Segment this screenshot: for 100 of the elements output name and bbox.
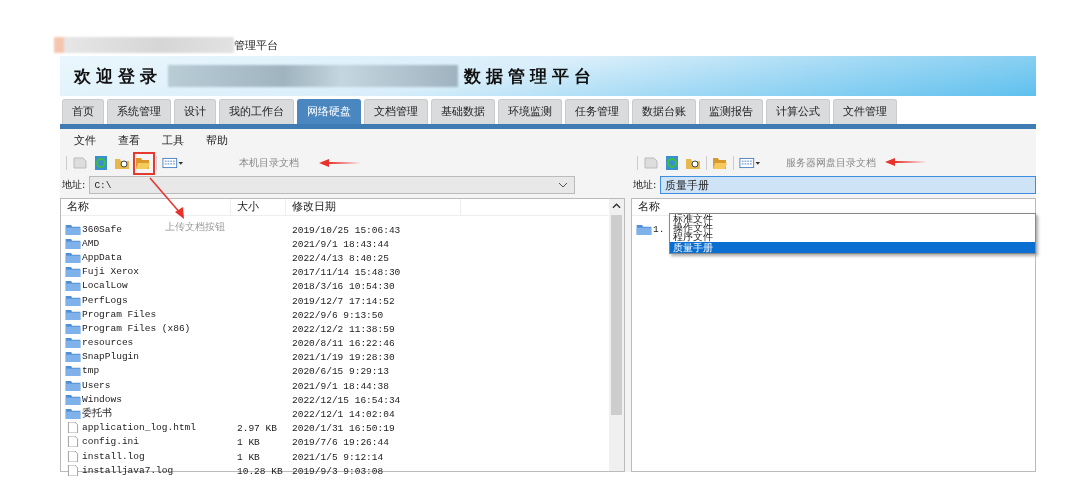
folder-icon — [65, 351, 81, 363]
address-field[interactable]: 质量手册 — [660, 176, 1036, 194]
nav-tab[interactable]: 环境监测 — [498, 99, 562, 124]
view-grid-icon[interactable] — [162, 155, 184, 171]
annotation-label: 上传文档按钮 — [165, 220, 225, 234]
file-name[interactable]: config.ini — [82, 436, 139, 448]
file-size: 2.97 KB — [237, 423, 277, 435]
modified-date: 2019/10/25 15:06:43 — [292, 224, 401, 236]
nav-tab[interactable]: 网络硬盘 — [297, 99, 361, 124]
column-header[interactable]: 修改日期 — [286, 199, 461, 215]
dropdown-option[interactable]: 标准文件 — [670, 214, 1035, 223]
file-name[interactable]: PerfLogs — [82, 294, 128, 306]
column-header[interactable]: 大小 — [231, 199, 286, 215]
menu-item[interactable]: 帮助 — [206, 133, 228, 147]
file-name[interactable]: Windows — [82, 393, 122, 405]
menu-item[interactable]: 查看 — [118, 133, 140, 147]
folder-icon — [65, 337, 81, 349]
folder-icon[interactable] — [135, 155, 151, 171]
file-name[interactable]: installjava7.log — [82, 464, 174, 476]
file-name[interactable]: Program Files (x86) — [82, 322, 191, 334]
file-name[interactable]: LocalLow — [82, 280, 128, 292]
modified-date: 2022/12/1 14:02:04 — [292, 409, 395, 421]
address-field[interactable]: C:\ — [89, 176, 575, 194]
folder-icon — [65, 379, 81, 391]
file-name[interactable]: AppData — [82, 251, 122, 263]
modified-date: 2021/1/19 19:28:30 — [292, 352, 395, 364]
file-size: 10.28 KB — [237, 465, 283, 477]
nav-tab[interactable]: 任务管理 — [565, 99, 629, 124]
file-name[interactable]: Program Files — [82, 308, 157, 320]
file-icon — [65, 422, 81, 434]
file-name[interactable]: AMD — [82, 237, 100, 249]
refresh-icon[interactable] — [664, 155, 680, 171]
folder-icon — [65, 365, 81, 377]
menu-item[interactable]: 文件 — [74, 133, 96, 147]
nav-tab[interactable]: 监测报告 — [699, 99, 763, 124]
nav-tab[interactable]: 首页 — [62, 99, 104, 124]
toolbar-caption: 服务器网盘目录文档 — [786, 156, 876, 170]
modified-date: 2019/12/7 17:14:52 — [292, 295, 395, 307]
nav-tab[interactable]: 计算公式 — [766, 99, 830, 124]
folder-icon — [65, 223, 81, 235]
modified-date: 2020/6/15 9:29:13 — [292, 366, 389, 378]
folder-icon — [65, 294, 81, 306]
folder-icon — [65, 393, 81, 405]
toolbar-caption: 本机目录文档 — [239, 156, 299, 170]
file-size: 1 KB — [237, 437, 260, 449]
modified-date: 2021/9/1 18:43:44 — [292, 238, 389, 250]
file-name[interactable]: resources — [82, 337, 134, 349]
modified-date: 2017/11/14 15:48:30 — [292, 267, 401, 279]
nav-tab[interactable]: 系统管理 — [107, 99, 171, 124]
platform-name: 数据管理平台 — [464, 64, 596, 88]
dropdown-option[interactable]: 程序文件 — [670, 232, 1035, 241]
address-label: 地址: — [633, 178, 657, 192]
modified-date: 2022/12/2 11:38:59 — [292, 323, 395, 335]
page-title: 管理平台 — [234, 37, 278, 53]
folder-icon — [65, 251, 81, 263]
nav-tab[interactable]: 数据台账 — [632, 99, 696, 124]
refresh-icon[interactable] — [93, 155, 109, 171]
menu-item[interactable]: 工具 — [162, 133, 184, 147]
folder-icon — [65, 408, 81, 420]
file-name[interactable]: install.log — [82, 450, 145, 462]
folder-icon[interactable] — [712, 155, 728, 171]
scroll-up-icon[interactable] — [612, 203, 621, 209]
modified-date: 2019/9/3 9:03:08 — [292, 465, 384, 477]
nav-tab[interactable]: 设计 — [174, 99, 216, 124]
file-name[interactable]: Users — [82, 379, 111, 391]
folder-icon — [65, 280, 81, 292]
nav-tab[interactable]: 基础数据 — [431, 99, 495, 124]
modified-date: 2019/7/6 19:26:44 — [292, 437, 389, 449]
modified-date: 2022/12/15 16:54:34 — [292, 394, 401, 406]
highlight-frame — [133, 152, 155, 175]
nav-tab[interactable]: 文件管理 — [833, 99, 897, 124]
modified-date: 2018/3/16 10:54:30 — [292, 281, 395, 293]
folder-icon — [636, 223, 652, 235]
modified-date: 2020/1/31 16:50:19 — [292, 423, 395, 435]
file-name[interactable]: tmp — [82, 365, 100, 377]
address-label: 地址: — [62, 178, 86, 192]
modified-date: 2022/4/13 8:40:25 — [292, 252, 389, 264]
folder-icon — [65, 322, 81, 334]
dropdown-option[interactable]: 操作文件 — [670, 223, 1035, 232]
modified-date: 2020/8/11 16:22:46 — [292, 338, 395, 350]
file-name[interactable]: 委托书 — [82, 407, 112, 421]
scrollbar[interactable] — [609, 199, 624, 471]
modified-date: 2022/9/6 9:13:50 — [292, 309, 384, 321]
modified-date: 2021/1/5 9:12:14 — [292, 451, 384, 463]
file-icon — [65, 436, 81, 448]
welcome-text: 欢迎登录 — [74, 64, 162, 88]
file-name[interactable]: 360Safe — [82, 223, 122, 235]
file-name[interactable]: 1. — [653, 223, 665, 235]
folder-icon — [65, 266, 81, 278]
file-name[interactable]: Fuji Xerox — [82, 266, 139, 278]
nav-tab[interactable]: 我的工作台 — [219, 99, 294, 124]
dropdown-option[interactable]: 质量手册 — [670, 242, 1035, 253]
file-name[interactable]: SnapPlugin — [82, 351, 139, 363]
file-name[interactable]: application_log.html — [82, 422, 197, 434]
nav-tab[interactable]: 文档管理 — [364, 99, 428, 124]
modified-date: 2021/9/1 18:44:38 — [292, 380, 389, 392]
file-size: 1 KB — [237, 451, 260, 463]
view-grid-icon[interactable] — [739, 155, 761, 171]
column-header[interactable]: 名称 — [632, 199, 672, 215]
folder-icon — [65, 237, 81, 249]
